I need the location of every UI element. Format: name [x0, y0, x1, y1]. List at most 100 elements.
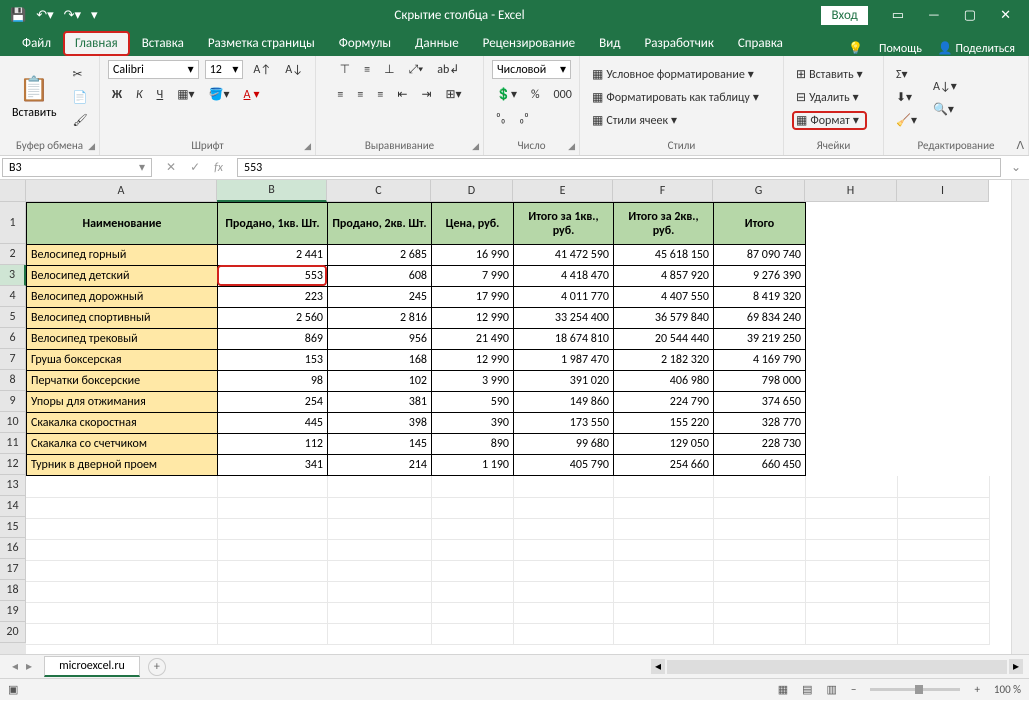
align-left-icon[interactable]: ≡: [333, 86, 347, 104]
tab-home[interactable]: Главная: [63, 31, 130, 56]
row-header[interactable]: 2: [0, 244, 26, 265]
view-page-layout-icon[interactable]: ▤: [802, 683, 812, 696]
increase-indent-icon[interactable]: ⇥: [417, 85, 435, 104]
zoom-out-icon[interactable]: −: [851, 683, 856, 696]
share-button[interactable]: 👤 Поделиться: [938, 41, 1015, 56]
table-row[interactable]: Скакалка скоростная445398390173 550155 2…: [27, 413, 806, 434]
tab-developer[interactable]: Разработчик: [632, 31, 725, 56]
align-middle-icon[interactable]: ≡: [360, 61, 374, 79]
macro-record-icon[interactable]: ▣: [8, 683, 18, 696]
align-top-icon[interactable]: ⊤: [336, 60, 354, 79]
tab-help[interactable]: Справка: [726, 31, 795, 56]
underline-button[interactable]: Ч: [153, 86, 168, 104]
formula-input[interactable]: 553: [237, 158, 1001, 177]
fill-icon[interactable]: ⬇▾: [892, 88, 921, 107]
tab-data[interactable]: Данные: [403, 31, 471, 56]
font-color-button[interactable]: A▾: [240, 85, 264, 104]
name-box[interactable]: B3▾: [2, 158, 152, 177]
tab-file[interactable]: Файл: [10, 31, 63, 56]
row-header[interactable]: 9: [0, 391, 26, 412]
table-row[interactable]: Скакалка со счетчиком11214589099 680129 …: [27, 434, 806, 455]
row-header[interactable]: 18: [0, 580, 26, 601]
increase-decimal-icon[interactable]: ⁰₀: [492, 110, 509, 128]
conditional-formatting-button[interactable]: ▦ Условное форматирование ▾: [588, 65, 763, 84]
autosum-icon[interactable]: Σ▾: [892, 65, 921, 84]
font-size-dropdown[interactable]: 12▾: [205, 60, 244, 79]
italic-button[interactable]: К: [132, 86, 147, 104]
row-header[interactable]: 6: [0, 328, 26, 349]
row-header[interactable]: 1: [0, 202, 26, 244]
clear-icon[interactable]: 🧹▾: [892, 111, 921, 130]
align-bottom-icon[interactable]: ⊥: [380, 60, 398, 79]
vertical-scrollbar[interactable]: [1011, 180, 1029, 654]
font-name-dropdown[interactable]: Calibri▾: [108, 60, 199, 79]
undo-icon[interactable]: ↶▾: [36, 8, 53, 23]
table-row[interactable]: Велосипед горный2 4412 68516 99041 472 5…: [27, 245, 806, 266]
row-header[interactable]: 19: [0, 601, 26, 622]
column-header[interactable]: I: [897, 180, 989, 202]
tell-me-icon[interactable]: 💡: [848, 41, 863, 56]
tab-formulas[interactable]: Формулы: [327, 31, 403, 56]
sort-filter-icon[interactable]: A↓▾: [929, 77, 961, 96]
row-header[interactable]: 13: [0, 475, 26, 496]
row-header[interactable]: 7: [0, 349, 26, 370]
launcher-icon[interactable]: ◢: [568, 141, 575, 152]
table-row[interactable]: Перчатки боксерские981023 990391 020406 …: [27, 371, 806, 392]
column-header[interactable]: B: [217, 180, 327, 202]
sheet-tab[interactable]: microexcel.ru: [44, 656, 140, 677]
percent-icon[interactable]: %: [527, 86, 544, 104]
launcher-icon[interactable]: ◢: [88, 141, 95, 152]
table-row[interactable]: Турник в дверной проем3412141 190405 790…: [27, 455, 806, 476]
add-sheet-button[interactable]: +: [148, 658, 166, 676]
merge-center-icon[interactable]: ⊞▾: [442, 85, 466, 104]
number-format-dropdown[interactable]: Числовой▾: [492, 60, 571, 79]
bold-button[interactable]: Ж: [108, 86, 126, 104]
row-header[interactable]: 16: [0, 538, 26, 559]
minimize-icon[interactable]: —: [928, 8, 940, 23]
save-icon[interactable]: 💾: [10, 8, 26, 23]
row-header[interactable]: 3: [0, 265, 26, 286]
row-header[interactable]: 4: [0, 286, 26, 307]
table-row[interactable]: Велосипед спортивный2 5602 81612 99033 2…: [27, 308, 806, 329]
column-header[interactable]: A: [26, 180, 217, 202]
borders-button[interactable]: ▦▾: [173, 85, 198, 104]
row-header[interactable]: 15: [0, 517, 26, 538]
help-link[interactable]: Помощь: [879, 42, 922, 56]
expand-formula-icon[interactable]: ⌄: [1003, 156, 1029, 179]
format-painter-icon[interactable]: 🖌: [69, 111, 92, 130]
zoom-slider[interactable]: [870, 688, 960, 691]
copy-icon[interactable]: 📄: [69, 88, 92, 107]
select-all-corner[interactable]: [0, 180, 26, 202]
cancel-formula-icon[interactable]: ✕: [166, 160, 176, 175]
table-row[interactable]: Упоры для отжимания254381590149 860224 7…: [27, 392, 806, 413]
zoom-in-icon[interactable]: +: [974, 683, 979, 696]
delete-cells-button[interactable]: ⊟ Удалить ▾: [792, 88, 867, 107]
launcher-icon[interactable]: ◢: [304, 141, 311, 152]
row-header[interactable]: 10: [0, 412, 26, 433]
decrease-font-icon[interactable]: A↓: [281, 61, 307, 79]
table-row[interactable]: Велосипед дорожный22324517 9904 011 7704…: [27, 287, 806, 308]
insert-cells-button[interactable]: ⊞ Вставить ▾: [792, 65, 867, 84]
fill-color-button[interactable]: 🪣▾: [205, 85, 234, 104]
zoom-level[interactable]: 100 %: [994, 683, 1021, 696]
thousands-icon[interactable]: 000: [550, 86, 576, 104]
close-icon[interactable]: ✕: [1000, 8, 1011, 23]
decrease-indent-icon[interactable]: ⇤: [393, 85, 411, 104]
cut-icon[interactable]: ✂: [69, 65, 92, 84]
table-row[interactable]: Велосипед трековый86995621 49018 674 810…: [27, 329, 806, 350]
table-row[interactable]: Велосипед детский5536087 9904 418 4704 8…: [27, 266, 806, 287]
login-button[interactable]: Вход: [821, 6, 867, 25]
column-header[interactable]: H: [805, 180, 897, 202]
format-as-table-button[interactable]: ▦ Форматировать как таблицу ▾: [588, 88, 763, 107]
column-header[interactable]: E: [513, 180, 613, 202]
wrap-text-icon[interactable]: ab↲: [433, 60, 463, 79]
orientation-icon[interactable]: ⤢▾: [405, 61, 428, 79]
decrease-decimal-icon[interactable]: ₀⁰: [515, 110, 532, 128]
format-cells-button[interactable]: ▦ Формат ▾: [792, 111, 867, 130]
find-select-icon[interactable]: 🔍▾: [929, 100, 961, 119]
row-header[interactable]: 11: [0, 433, 26, 454]
data-table[interactable]: НаименованиеПродано, 1кв. Шт.Продано, 2к…: [26, 202, 806, 476]
horizontal-scrollbar[interactable]: ◂ ▸: [166, 659, 1029, 674]
row-header[interactable]: 14: [0, 496, 26, 517]
launcher-icon[interactable]: ◢: [472, 141, 479, 152]
